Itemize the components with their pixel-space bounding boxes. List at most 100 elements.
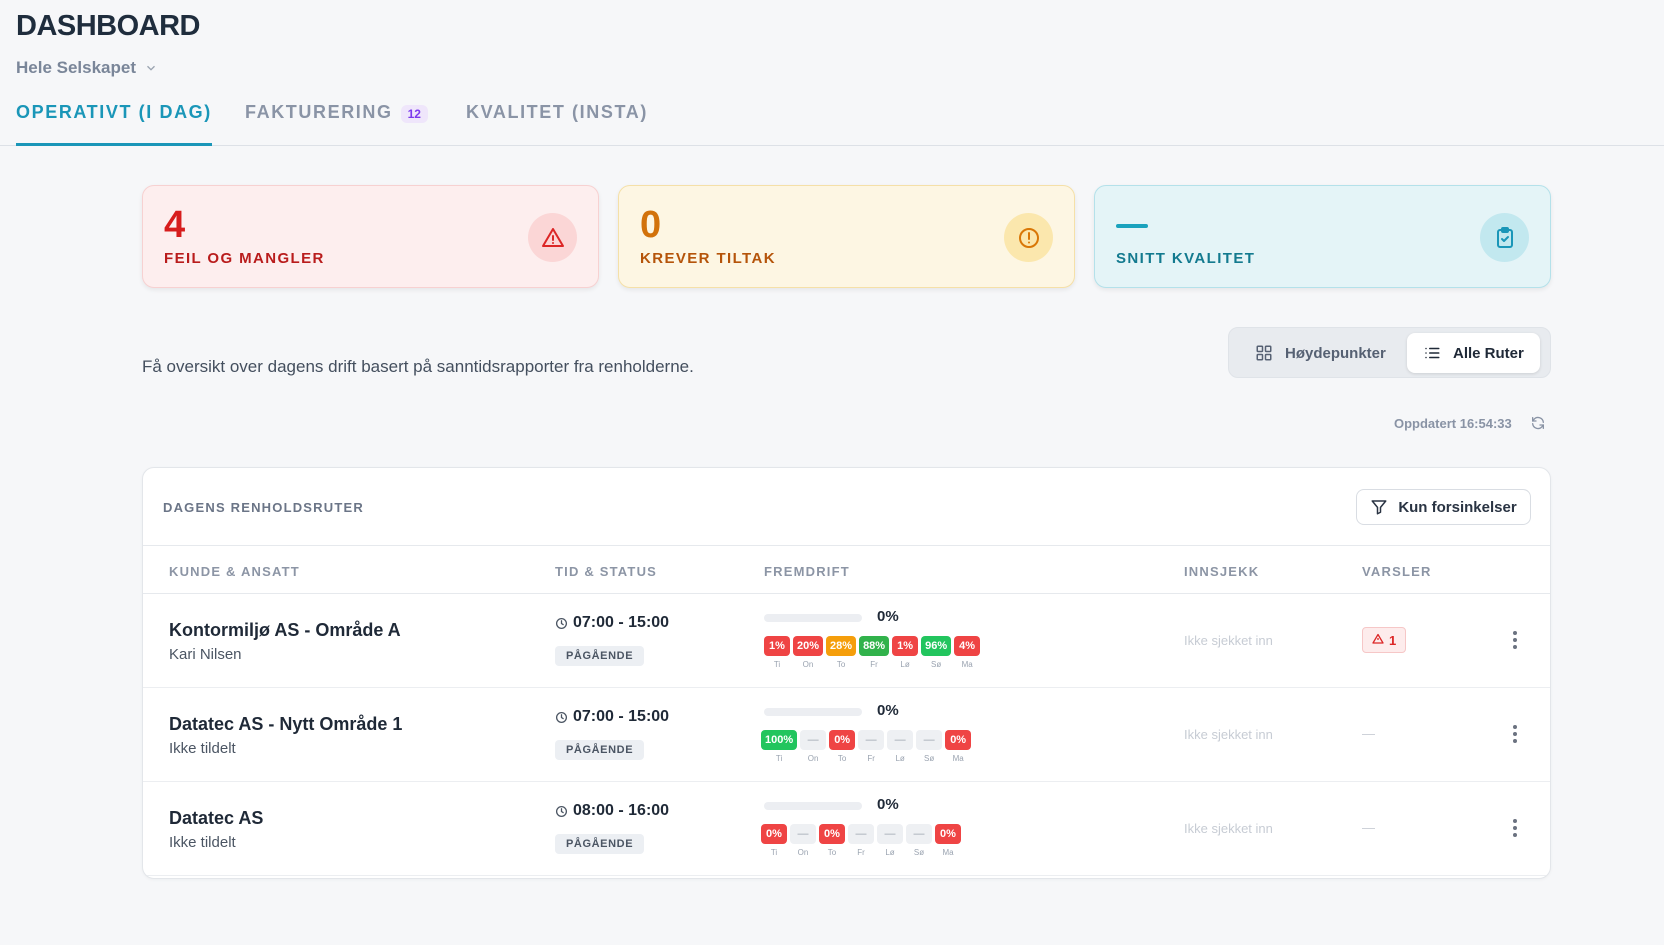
more-options-icon[interactable] — [1505, 816, 1525, 840]
day-label: Ma — [942, 848, 954, 857]
page-description: Få oversikt over dagens drift basert på … — [142, 357, 694, 376]
table-row[interactable]: Datatec AS Ikke tildelt 08:00 - 16:00 PÅGÅE… — [143, 782, 1550, 876]
day-label: On — [797, 848, 809, 857]
day-label: Ti — [773, 660, 781, 669]
refresh-icon[interactable] — [1530, 415, 1546, 431]
more-options-icon[interactable] — [1505, 628, 1525, 652]
day-progress: 20% On — [793, 636, 824, 669]
weekly-progress: 100% Ti — On 0% To — Fr — Lø — Sø 0% Ma — [761, 730, 972, 763]
day-chip: — — [877, 824, 903, 844]
day-label: Fr — [857, 848, 865, 857]
day-progress: 1% Lø — [892, 636, 919, 669]
highlights-label: Høydepunkter — [1285, 344, 1386, 362]
day-label: Lø — [900, 660, 910, 669]
highlights-button[interactable]: Høydepunkter — [1239, 333, 1402, 373]
day-chip: 1% — [892, 636, 919, 656]
column-header: KUNDE & ANSATT — [169, 564, 300, 579]
time-text: 07:00 - 15:00 — [573, 708, 670, 725]
day-chip: — — [858, 730, 885, 750]
quality-value-dash — [1116, 224, 1148, 228]
day-progress: — Sø — [916, 730, 943, 763]
day-chip: — — [916, 730, 943, 750]
filter-label: Kun forsinkelser — [1398, 498, 1517, 516]
day-label: Fr — [870, 660, 878, 669]
day-label: Sø — [930, 660, 942, 669]
weekly-progress: 0% Ti — On 0% To — Fr — Lø — Sø 0% Ma — [761, 824, 961, 857]
checkin-status: Ikke sjekket inn — [1184, 821, 1273, 836]
actions-card[interactable]: 0 KREVER TILTAK — [618, 185, 1075, 288]
day-label: Ma — [952, 754, 964, 763]
count-badge: 12 — [400, 105, 428, 123]
no-alerts: — — [1362, 820, 1375, 835]
last-updated: Oppdatert 16:54:33 — [1394, 415, 1546, 431]
day-label: Lø — [885, 848, 895, 857]
employee-name: Ikke tildelt — [169, 740, 236, 757]
all-routes-label: Alle Ruter — [1453, 344, 1524, 362]
progress-percent: 0% — [877, 796, 899, 813]
no-alerts: — — [1362, 726, 1375, 741]
tab-bar: OPERATIVT (I DAG) FAKTURERING 12 KVALITE… — [0, 96, 1664, 146]
tab-label: OPERATIVT (I DAG) — [16, 102, 212, 122]
quality-label: SNITT KVALITET — [1116, 250, 1256, 267]
time-range: 08:00 - 16:00 — [555, 802, 669, 820]
customer-name[interactable]: Kontormiljø AS - Område A — [169, 620, 401, 641]
day-progress: 0% Ti — [761, 824, 787, 857]
alert-count: 1 — [1389, 632, 1397, 648]
day-chip: — — [887, 730, 914, 750]
time-range: 07:00 - 15:00 — [555, 708, 669, 726]
tab-fakturering[interactable]: FAKTURERING 12 — [245, 102, 428, 146]
clock-icon — [555, 805, 568, 818]
table-row[interactable]: Datatec AS - Nytt Område 1 Ikke tildelt 07… — [143, 688, 1550, 782]
clipboard-check-icon — [1480, 213, 1529, 262]
customer-name[interactable]: Datatec AS - Nytt Område 1 — [169, 714, 402, 735]
day-progress: 96% Sø — [921, 636, 952, 669]
day-label: On — [807, 754, 819, 763]
column-header: FREMDRIFT — [764, 564, 850, 579]
company-selector[interactable]: Hele Selskapet — [16, 58, 158, 78]
all-routes-button[interactable]: Alle Ruter — [1407, 333, 1540, 373]
progress-percent: 0% — [877, 608, 899, 625]
day-chip: 28% — [826, 636, 857, 656]
day-chip: 0% — [819, 824, 845, 844]
grid-icon — [1256, 345, 1272, 361]
alert-badge[interactable]: 1 — [1362, 627, 1407, 653]
day-label: Ma — [961, 660, 973, 669]
alert-circle-icon — [1004, 213, 1053, 262]
day-label: Sø — [913, 848, 925, 857]
status-badge: PÅGÅENDE — [555, 834, 645, 854]
actions-label: KREVER TILTAK — [640, 250, 776, 267]
column-header: INNSJEKK — [1184, 564, 1260, 579]
progress-percent: 0% — [877, 702, 899, 719]
day-label: On — [802, 660, 814, 669]
checkin-status: Ikke sjekket inn — [1184, 633, 1273, 648]
page-title: DASHBOARD — [16, 10, 201, 42]
delays-filter-button[interactable]: Kun forsinkelser — [1356, 489, 1531, 525]
clock-icon — [555, 711, 568, 724]
day-chip: 0% — [945, 730, 972, 750]
more-options-icon[interactable] — [1505, 722, 1525, 746]
tab-operativt[interactable]: OPERATIVT (I DAG) — [16, 102, 212, 146]
day-chip: 4% — [954, 636, 981, 656]
day-chip: — — [800, 730, 827, 750]
errors-label: FEIL OG MANGLER — [164, 250, 325, 267]
tab-kvalitet[interactable]: KVALITET (INSTA) — [466, 102, 648, 146]
day-chip: 0% — [935, 824, 961, 844]
status-badge: PÅGÅENDE — [555, 646, 645, 666]
customer-name[interactable]: Datatec AS — [169, 808, 263, 829]
day-progress: — Lø — [877, 824, 903, 857]
table-row[interactable]: Kontormiljø AS - Område A Kari Nilsen 07:0… — [143, 594, 1550, 688]
errors-card[interactable]: 4 FEIL OG MANGLER — [142, 185, 599, 288]
day-chip: 0% — [829, 730, 856, 750]
day-progress: — On — [800, 730, 827, 763]
employee-name: Ikke tildelt — [169, 834, 236, 851]
day-progress: 88% Fr — [859, 636, 890, 669]
day-chip: — — [848, 824, 874, 844]
day-progress: — Sø — [906, 824, 932, 857]
errors-count: 4 — [164, 204, 186, 246]
progress-bar — [764, 614, 862, 622]
day-progress: 4% Ma — [954, 636, 981, 669]
time-range: 07:00 - 15:00 — [555, 614, 669, 632]
view-toggle: Høydepunkter Alle Ruter — [1228, 327, 1551, 378]
quality-card[interactable]: SNITT KVALITET — [1094, 185, 1551, 288]
day-progress: — Fr — [848, 824, 874, 857]
